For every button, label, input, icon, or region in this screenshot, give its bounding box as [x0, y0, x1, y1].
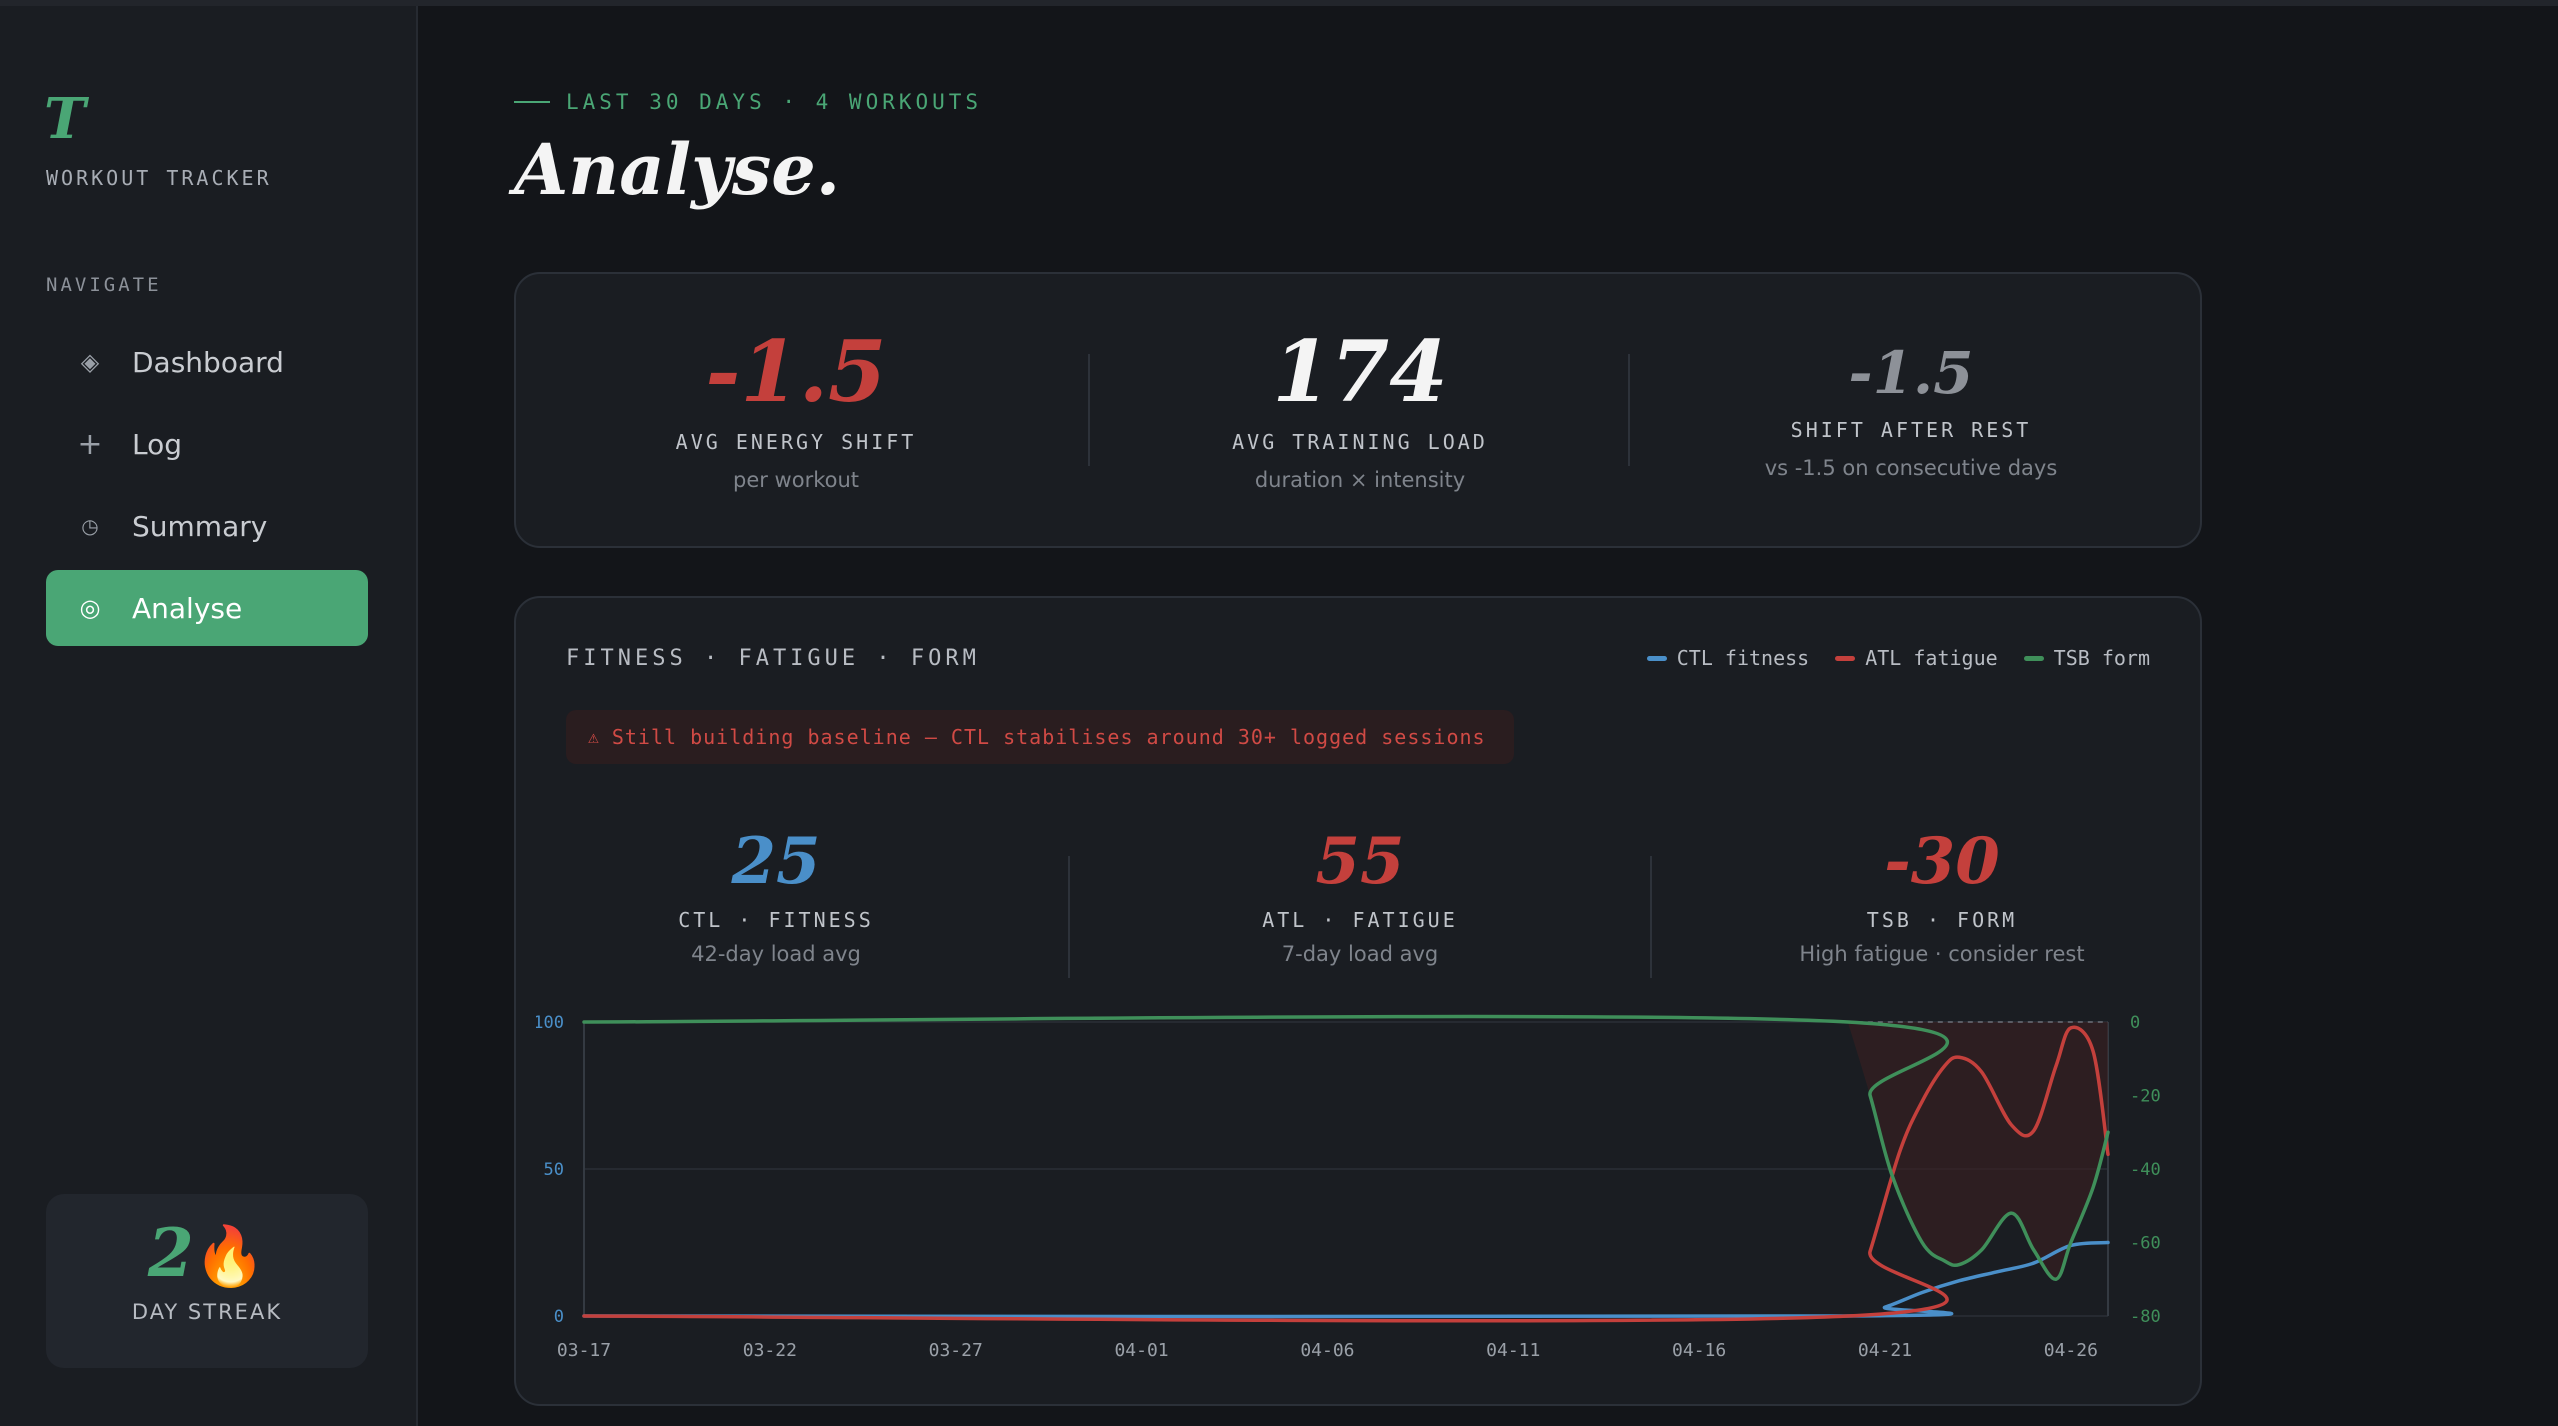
metric-sub: 42-day load avg — [691, 942, 861, 966]
stat-label: SHIFT AFTER REST — [1790, 418, 2032, 442]
chart-y-right-tick: -80 — [2130, 1307, 2161, 1327]
stat-value: -1.5 — [705, 322, 887, 421]
legend-label: TSB form — [2053, 646, 2150, 670]
metric-value: 25 — [731, 824, 821, 899]
legend-label: CTL fitness — [1676, 646, 1810, 670]
sidebar-item-label: Analyse — [132, 591, 243, 625]
stat-shift-after-rest: -1.5 SHIFT AFTER REST vs -1.5 on consecu… — [1640, 274, 2182, 546]
metric-value: 55 — [1315, 824, 1405, 899]
sidebar-item-log[interactable]: + Log — [46, 406, 368, 482]
legend-swatch — [1646, 655, 1667, 661]
metric-tsb: -30 TSB · FORM High fatigue · consider r… — [1682, 824, 2202, 967]
legend-swatch — [2023, 655, 2044, 661]
sidebar-item-label: Log — [132, 427, 183, 461]
streak-count: 2 — [147, 1214, 194, 1292]
chart-x-tick: 04-21 — [1858, 1340, 1912, 1361]
chart-x-tick: 04-16 — [1672, 1340, 1726, 1361]
app-brand-name: WORKOUT TRACKER — [46, 166, 272, 190]
target-icon: ◎ — [79, 594, 101, 622]
chart-y-left-tick: 50 — [544, 1160, 564, 1180]
chart-y-right-tick: -20 — [2130, 1087, 2161, 1107]
sidebar-item-label: Summary — [132, 509, 268, 543]
eyebrow-text: LAST 30 DAYS · 4 WORKOUTS — [566, 90, 983, 114]
chart-title: FITNESS · FATIGUE · FORM — [566, 646, 980, 671]
chart-x-tick: 04-06 — [1300, 1340, 1354, 1361]
warning-icon: ⚠ — [588, 726, 600, 748]
chart-series-ctl — [582, 1240, 2110, 1319]
app-logo[interactable]: T — [44, 86, 86, 152]
chart-y-right-tick: 0 — [2130, 1013, 2140, 1033]
metric-sub: 7-day load avg — [1281, 942, 1439, 966]
warning-text: Still building baseline — CTL stabilises… — [611, 725, 1486, 749]
legend-item-tsb[interactable]: TSB form — [2023, 646, 2150, 670]
chart-x-tick: 04-01 — [1114, 1340, 1168, 1361]
sidebar-item-label: Dashboard — [132, 345, 284, 379]
chart-x-tick: 03-22 — [743, 1340, 797, 1361]
baseline-warning: ⚠ Still building baseline — CTL stabilis… — [566, 710, 1514, 764]
chart-y-right-tick: -60 — [2130, 1234, 2161, 1254]
fitness-chart: 0 50 100 0 -20 -40 -60 -80 03-17 03-22 03-27 04-01 0… — [536, 1013, 2161, 1361]
stat-label: AVG ENERGY SHIFT — [675, 430, 917, 454]
sidebar-item-analyse[interactable]: ◎ Analyse — [46, 570, 368, 646]
metric-label: CTL · FITNESS — [678, 908, 874, 932]
metric-value: -30 — [1884, 824, 2000, 899]
stat-value: 174 — [1272, 322, 1448, 421]
chart-x-tick: 03-27 — [929, 1340, 983, 1361]
clock-icon: ◷ — [81, 514, 99, 538]
page-title: Analyse. — [514, 128, 841, 211]
streak-label: DAY STREAK — [131, 1300, 283, 1324]
summary-stats-card: -1.5 AVG ENERGY SHIFT per workout 174 AV… — [514, 272, 2202, 548]
sidebar-item-dashboard[interactable]: ◈ Dashboard — [46, 324, 368, 400]
chart-x-tick: 04-26 — [2044, 1340, 2098, 1361]
chart-fatigue-shading — [1847, 1022, 2108, 1280]
chart-x-tick: 04-11 — [1486, 1340, 1540, 1361]
fitness-fatigue-form-card: FITNESS · FATIGUE · FORM CTL fitness ATL… — [514, 596, 2202, 1406]
metric-ctl: 25 CTL · FITNESS 42-day load avg — [516, 824, 1036, 967]
sidebar-item-summary[interactable]: ◷ Summary — [46, 488, 368, 564]
metric-divider — [1650, 856, 1652, 978]
nav-section-title: NAVIGATE — [46, 274, 162, 296]
sidebar: T WORKOUT TRACKER NAVIGATE ◈ Dashboard +… — [0, 6, 418, 1426]
legend-swatch — [1835, 655, 1856, 661]
legend-label: ATL fatigue — [1865, 646, 1998, 670]
plus-icon: + — [77, 426, 103, 462]
metric-divider — [1068, 856, 1070, 978]
stat-sub: duration × intensity — [1254, 468, 1466, 492]
chart-y-left-tick: 0 — [554, 1307, 564, 1327]
stat-avg-energy-shift: -1.5 AVG ENERGY SHIFT per workout — [516, 274, 1076, 546]
stat-avg-training-load: 174 AVG TRAINING LOAD duration × intensi… — [1100, 274, 1620, 546]
stat-label: AVG TRAINING LOAD — [1232, 430, 1488, 454]
eyebrow-dash — [514, 101, 550, 103]
sidebar-nav: ◈ Dashboard + Log ◷ Summary ◎ Analyse — [46, 324, 368, 652]
page-eyebrow: LAST 30 DAYS · 4 WORKOUTS — [514, 90, 982, 114]
metric-label: ATL · FATIGUE — [1262, 908, 1458, 932]
stat-divider — [1088, 354, 1090, 466]
fire-icon: 🔥 — [193, 1222, 267, 1290]
streak-value: 2🔥 — [46, 1220, 368, 1286]
streak-card: 2🔥 DAY STREAK — [46, 1194, 368, 1368]
metric-label: TSB · FORM — [1866, 908, 2018, 932]
chart-y-right-tick: -40 — [2130, 1160, 2161, 1180]
chart-x-tick: 03-17 — [557, 1340, 611, 1361]
diamond-icon: ◈ — [80, 348, 100, 376]
stat-value: -1.5 — [1848, 339, 1974, 407]
stat-divider — [1628, 354, 1630, 466]
chart-y-left-tick: 100 — [536, 1013, 564, 1033]
metric-atl: 55 ATL · FATIGUE 7-day load avg — [1100, 824, 1620, 967]
stat-sub: per workout — [732, 468, 860, 492]
legend-item-atl[interactable]: ATL fatigue — [1835, 646, 1998, 670]
stat-sub: vs -1.5 on consecutive days — [1764, 456, 2058, 480]
chart-legend: CTL fitness ATL fatigue TSB form — [1646, 646, 2150, 670]
legend-item-ctl[interactable]: CTL fitness — [1646, 646, 1810, 670]
metric-sub: High fatigue · consider rest — [1799, 942, 2085, 966]
